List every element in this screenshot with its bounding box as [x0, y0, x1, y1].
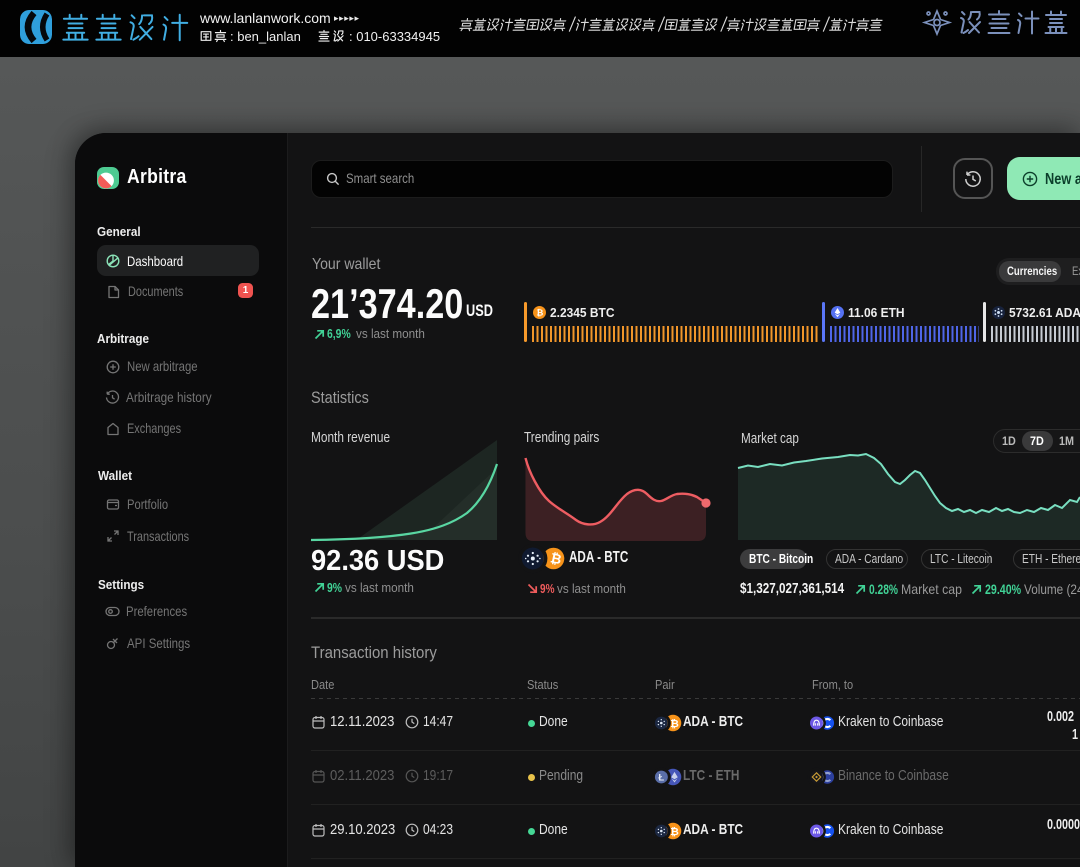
svg-text:₿: ₿	[536, 308, 543, 318]
svg-text:www.lanlanwork.com: www.lanlanwork.com	[199, 10, 331, 26]
svg-text:: ben_lanlan: : ben_lanlan	[230, 29, 301, 44]
svg-text:Ł: Ł	[658, 772, 664, 783]
svg-text:▸▸▸▸▸: ▸▸▸▸▸	[334, 13, 360, 23]
svg-text:₿: ₿	[670, 826, 679, 838]
svg-text:: 010-63334945: : 010-63334945	[349, 29, 440, 44]
svg-text:₿: ₿	[670, 718, 679, 730]
